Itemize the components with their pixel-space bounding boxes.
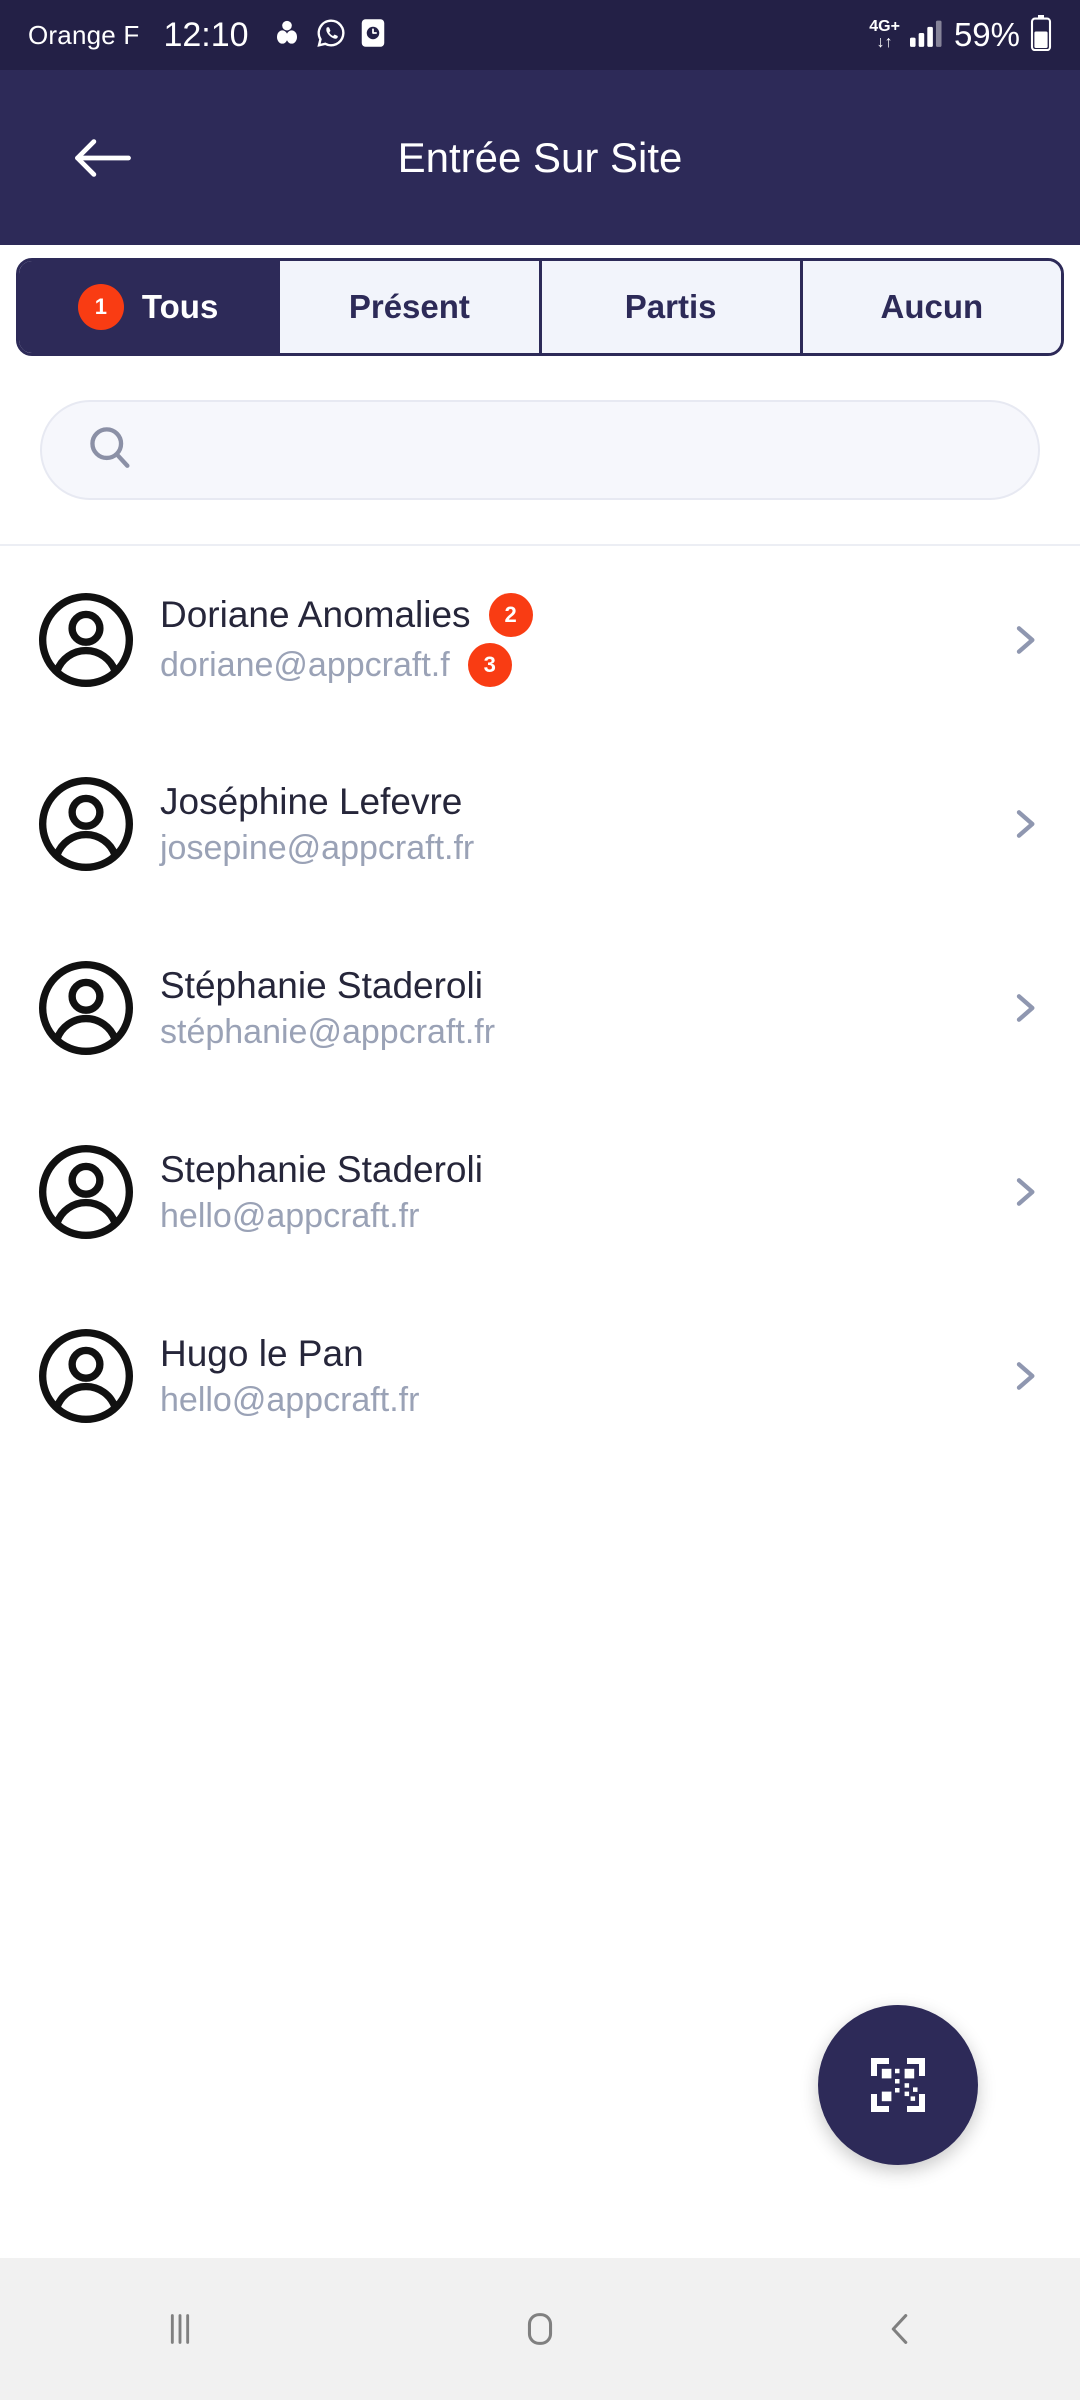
contact-name: Stéphanie Staderoli <box>160 964 483 1006</box>
avatar <box>34 956 138 1060</box>
back-arrow-icon <box>75 138 131 177</box>
avatar <box>34 1140 138 1244</box>
status-bar: Orange F 12:10 4G+ ↓↑ 59% <box>0 0 1080 70</box>
contact-name: Stephanie Staderoli <box>160 1148 483 1190</box>
list-item-name-row: Hugo le Pan <box>160 1333 986 1375</box>
contact-email: hello@appcraft.fr <box>160 1380 420 1419</box>
contact-email: hello@appcraft.fr <box>160 1196 420 1235</box>
list-item-name-row: Doriane Anomalies 2 <box>160 593 986 637</box>
chevron-right-icon[interactable] <box>1002 804 1046 844</box>
status-bar-left: Orange F 12:10 <box>28 16 387 55</box>
status-clock: 12:10 <box>163 15 249 54</box>
filter-tabs: 1 Tous Présent Partis Aucun <box>16 258 1064 356</box>
qr-code-scan-icon <box>871 2058 925 2112</box>
battery-icon <box>1030 14 1052 56</box>
contact-name-badge: 2 <box>488 593 533 637</box>
search-input[interactable] <box>162 431 996 469</box>
contact-list: Doriane Anomalies 2 doriane@appcraft.f 3… <box>0 548 1080 1468</box>
signal-strength-icon <box>909 18 944 53</box>
list-item-email-row: hello@appcraft.fr <box>160 1197 986 1236</box>
avatar <box>34 772 138 876</box>
tab-present[interactable]: Présent <box>280 261 542 353</box>
contact-name: Doriane Anomalies <box>160 594 471 635</box>
list-item-text: Stephanie Staderoli hello@appcraft.fr <box>160 1149 986 1236</box>
network-type-indicator: 4G+ ↓↑ <box>869 19 900 51</box>
back-nav-button[interactable] <box>720 2306 1080 2352</box>
app-bar: Entrée Sur Site <box>0 70 1080 245</box>
search-box[interactable] <box>40 400 1040 500</box>
android-nav-bar <box>0 2258 1080 2400</box>
tab-partis[interactable]: Partis <box>541 261 803 353</box>
app-icon <box>359 18 387 53</box>
list-item[interactable]: Stephanie Staderoli hello@appcraft.fr <box>0 1100 1080 1284</box>
data-transfer-arrows-icon: ↓↑ <box>876 34 893 51</box>
search-section <box>0 356 1080 546</box>
battery-percent-label: 59% <box>953 16 1020 53</box>
list-item[interactable]: Joséphine Lefevre josepine@appcraft.fr <box>0 732 1080 916</box>
list-item[interactable]: Doriane Anomalies 2 doriane@appcraft.f 3 <box>0 548 1080 732</box>
tab-tous[interactable]: 1 Tous <box>19 261 281 353</box>
avatar <box>34 1324 138 1428</box>
list-item-text: Joséphine Lefevre josepine@appcraft.fr <box>160 781 986 868</box>
tab-aucun[interactable]: Aucun <box>802 261 1061 353</box>
chevron-right-icon[interactable] <box>1002 620 1046 660</box>
tab-partis-label: Partis <box>624 288 717 325</box>
list-item-name-row: Stephanie Staderoli <box>160 1149 986 1191</box>
contact-email: stéphanie@appcraft.fr <box>160 1012 496 1051</box>
status-bar-right: 4G+ ↓↑ 59% <box>869 14 1052 56</box>
list-item[interactable]: Stéphanie Staderoli stéphanie@appcraft.f… <box>0 916 1080 1100</box>
network-type-label: 4G+ <box>869 18 900 35</box>
list-item-text: Hugo le Pan hello@appcraft.fr <box>160 1333 986 1420</box>
list-item-email-row: stéphanie@appcraft.fr <box>160 1013 986 1052</box>
contact-email-badge: 3 <box>467 643 512 687</box>
home-button[interactable] <box>360 2306 720 2352</box>
recents-button[interactable] <box>0 2306 360 2352</box>
contact-email: doriane@appcraft.f <box>160 645 450 684</box>
recents-icon <box>170 2314 190 2344</box>
tab-present-label: Présent <box>348 288 470 325</box>
gallery-icon <box>271 17 303 54</box>
home-icon <box>527 2313 553 2345</box>
list-item-email-row: hello@appcraft.fr <box>160 1381 986 1420</box>
search-icon <box>84 422 136 479</box>
qr-scan-fab-button[interactable] <box>818 2005 978 2165</box>
tab-tous-badge: 1 <box>77 284 124 330</box>
tab-tous-label: Tous <box>141 288 219 325</box>
contact-name: Hugo le Pan <box>160 1332 364 1374</box>
chevron-right-icon[interactable] <box>1002 1172 1046 1212</box>
list-item[interactable]: Hugo le Pan hello@appcraft.fr <box>0 1284 1080 1468</box>
carrier-label: Orange F <box>28 19 140 50</box>
list-item-text: Stéphanie Staderoli stéphanie@appcraft.f… <box>160 965 986 1052</box>
back-button[interactable] <box>38 93 168 223</box>
back-icon <box>891 2314 908 2344</box>
chevron-right-icon[interactable] <box>1002 1356 1046 1396</box>
contact-name: Joséphine Lefevre <box>160 780 463 822</box>
list-item-email-row: josepine@appcraft.fr <box>160 829 986 868</box>
whatsapp-icon <box>315 17 347 54</box>
tab-aucun-label: Aucun <box>880 288 984 325</box>
avatar <box>34 588 138 692</box>
chevron-right-icon[interactable] <box>1002 988 1046 1028</box>
status-bar-notification-icons <box>271 17 387 54</box>
contact-email: josepine@appcraft.fr <box>160 828 475 867</box>
list-item-email-row: doriane@appcraft.f 3 <box>160 643 986 687</box>
list-item-name-row: Joséphine Lefevre <box>160 781 986 823</box>
list-item-text: Doriane Anomalies 2 doriane@appcraft.f 3 <box>160 593 986 687</box>
list-item-name-row: Stéphanie Staderoli <box>160 965 986 1007</box>
